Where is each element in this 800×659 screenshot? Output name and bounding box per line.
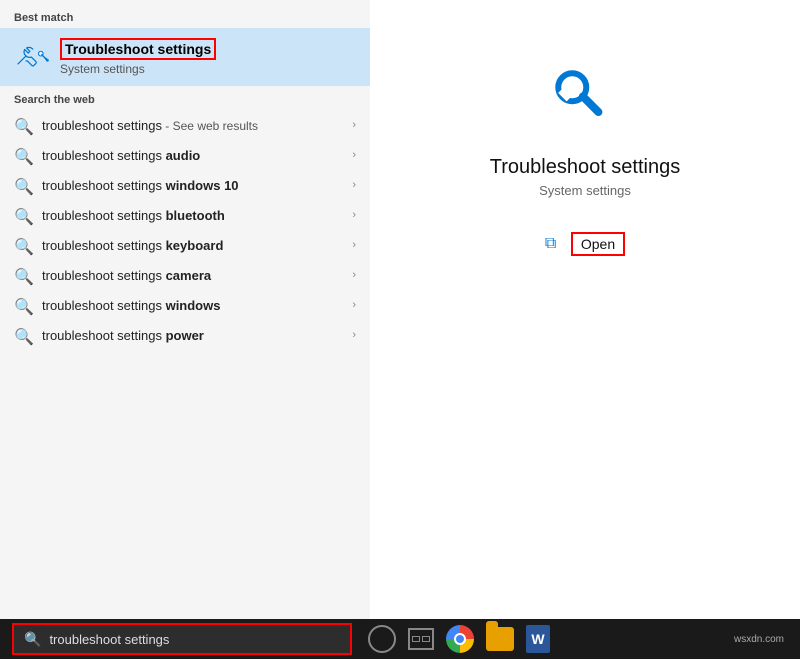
list-item[interactable]: 🔍 troubleshoot settings power › [0, 320, 370, 350]
list-item[interactable]: 🔍 troubleshoot settings audio › [0, 140, 370, 170]
task-view-button[interactable] [408, 628, 434, 650]
chevron-right-icon: › [352, 299, 356, 311]
word-icon[interactable]: W [526, 625, 550, 653]
search-icon: 🔍 [14, 117, 30, 133]
result-text: troubleshoot settings power [42, 328, 344, 343]
see-web-text: - See web results [162, 119, 258, 133]
chevron-right-icon: › [352, 329, 356, 341]
chevron-right-icon: › [352, 239, 356, 251]
open-button[interactable]: Open [571, 232, 625, 256]
chevron-right-icon: › [352, 269, 356, 281]
best-match-section: Best match [0, 0, 370, 86]
list-item[interactable]: 🔍 troubleshoot settings camera › [0, 260, 370, 290]
result-text: troubleshoot settings - See web results [42, 118, 344, 133]
left-panel: Best match [0, 0, 370, 620]
chevron-right-icon: › [352, 209, 356, 221]
result-text: troubleshoot settings audio [42, 148, 344, 163]
action-row: ⧉ Open [545, 232, 625, 256]
bold-text: windows [166, 298, 221, 313]
best-match-subtitle: System settings [60, 62, 216, 76]
file-explorer-icon[interactable] [486, 627, 514, 651]
best-match-item[interactable]: Troubleshoot settings System settings [0, 28, 370, 86]
result-text: troubleshoot settings keyboard [42, 238, 344, 253]
bold-text: power [166, 328, 204, 343]
taskbar-watermark: wsxdn.com [734, 634, 792, 645]
list-item[interactable]: 🔍 troubleshoot settings windows › [0, 290, 370, 320]
wrench-icon [14, 39, 50, 75]
web-section-label: Search the web [0, 86, 370, 110]
taskbar-search-bar[interactable]: 🔍 troubleshoot settings [12, 623, 352, 655]
best-match-title: Troubleshoot settings [60, 38, 216, 60]
taskbar-icons: W [368, 625, 550, 653]
bold-text: camera [166, 268, 212, 283]
result-text: troubleshoot settings camera [42, 268, 344, 283]
search-icon: 🔍 [14, 327, 30, 343]
search-icon: 🔍 [14, 177, 30, 193]
bold-text: windows 10 [166, 178, 239, 193]
list-item[interactable]: 🔍 troubleshoot settings keyboard › [0, 230, 370, 260]
right-panel: Troubleshoot settings System settings ⧉ … [370, 0, 800, 620]
search-icon: 🔍 [14, 237, 30, 253]
taskbar-search-text: troubleshoot settings [49, 632, 169, 647]
bold-text: audio [166, 148, 201, 163]
chevron-right-icon: › [352, 179, 356, 191]
best-match-label: Best match [0, 8, 370, 28]
bold-text: bluetooth [166, 208, 225, 223]
chevron-right-icon: › [352, 119, 356, 131]
list-item[interactable]: 🔍 troubleshoot settings bluetooth › [0, 200, 370, 230]
chevron-right-icon: › [352, 149, 356, 161]
bold-text: keyboard [166, 238, 224, 253]
app-icon-large [545, 60, 625, 140]
search-icon: 🔍 [14, 207, 30, 223]
result-text: troubleshoot settings windows 10 [42, 178, 344, 193]
result-text: troubleshoot settings bluetooth [42, 208, 344, 223]
list-item[interactable]: 🔍 troubleshoot settings windows 10 › [0, 170, 370, 200]
search-icon: 🔍 [14, 267, 30, 283]
list-item[interactable]: 🔍 troubleshoot settings - See web result… [0, 110, 370, 140]
search-icon: 🔍 [14, 147, 30, 163]
search-icon: 🔍 [14, 297, 30, 313]
taskbar-search-icon: 🔍 [24, 631, 41, 648]
best-match-text: Troubleshoot settings System settings [60, 38, 216, 76]
cortana-button[interactable] [368, 625, 396, 653]
app-title: Troubleshoot settings [490, 156, 680, 179]
app-subtitle: System settings [539, 183, 631, 198]
chrome-icon[interactable] [446, 625, 474, 653]
taskbar: 🔍 troubleshoot settings W wsxdn.com [0, 619, 800, 659]
open-external-icon: ⧉ [545, 235, 563, 253]
result-text: troubleshoot settings windows [42, 298, 344, 313]
